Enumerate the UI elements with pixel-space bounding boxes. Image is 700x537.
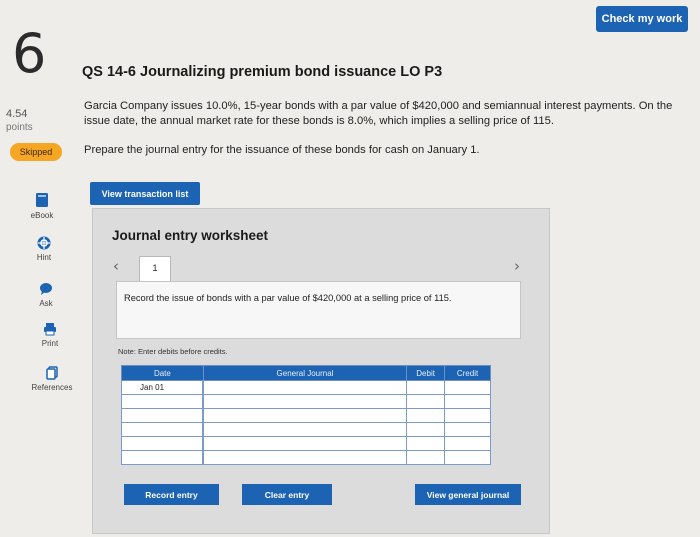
book-icon	[36, 193, 48, 207]
debit-credit-note: Note: Enter debits before credits.	[118, 347, 228, 356]
problem-statement: Garcia Company issues 10.0%, 15-year bon…	[84, 100, 673, 127]
view-general-journal-button[interactable]: View general journal	[415, 484, 521, 505]
problem-instruction: Prepare the journal entry for the issuan…	[84, 144, 480, 156]
record-instruction-text: Record the issue of bonds with a par val…	[124, 293, 452, 303]
account-cell[interactable]	[202, 422, 408, 437]
tool-ebook-label: eBook	[30, 211, 54, 220]
date-cell[interactable]	[121, 394, 204, 409]
date-cell[interactable]	[121, 408, 204, 423]
check-my-work-button[interactable]: Check my work	[596, 6, 688, 32]
record-instruction-box	[116, 281, 521, 339]
tool-print-label: Print	[41, 339, 59, 348]
credit-cell[interactable]	[444, 436, 491, 451]
table-row: Jan 01	[121, 380, 491, 395]
status-badge: Skipped	[10, 143, 62, 161]
debit-cell[interactable]	[406, 436, 446, 451]
credit-cell[interactable]	[444, 422, 491, 437]
view-transaction-list-button[interactable]: View transaction list	[90, 182, 200, 205]
printer-icon	[44, 323, 56, 336]
date-cell[interactable]	[121, 422, 204, 437]
worksheet-title: Journal entry worksheet	[112, 228, 269, 243]
tool-references-label: References	[31, 383, 73, 392]
question-number: 6	[12, 22, 46, 85]
column-header-debit: Debit	[406, 365, 446, 381]
debit-cell[interactable]	[406, 450, 446, 465]
debit-cell[interactable]	[406, 380, 446, 395]
date-cell[interactable]	[121, 450, 204, 465]
table-row	[121, 450, 491, 465]
debit-cell[interactable]	[406, 408, 446, 423]
tool-ebook[interactable]: eBook	[12, 192, 72, 220]
date-cell[interactable]	[121, 436, 204, 451]
points-value: 4.54	[6, 108, 28, 120]
question-title: QS 14-6 Journalizing premium bond issuan…	[82, 64, 443, 80]
debit-cell[interactable]	[406, 422, 446, 437]
tool-ask-label: Ask	[39, 299, 53, 308]
tool-hint-label: Hint	[36, 253, 52, 262]
credit-cell[interactable]	[444, 380, 491, 395]
journal-entry-table: Date General Journal Debit Credit Jan 01	[121, 365, 491, 465]
tool-hint[interactable]: Hint	[14, 236, 74, 262]
account-cell[interactable]	[202, 436, 408, 451]
tool-ask[interactable]: Ask	[16, 282, 76, 308]
account-cell[interactable]	[202, 394, 408, 409]
table-row	[121, 394, 491, 409]
account-cell[interactable]	[202, 380, 408, 395]
column-header-date: Date	[121, 365, 204, 381]
hint-icon	[37, 236, 51, 250]
credit-cell[interactable]	[444, 450, 491, 465]
record-entry-button[interactable]: Record entry	[124, 484, 219, 505]
table-row	[121, 436, 491, 451]
chevron-right-icon[interactable]: ›	[514, 257, 520, 275]
account-cell[interactable]	[202, 408, 408, 423]
tool-references[interactable]: References	[22, 366, 82, 392]
column-header-general-journal: General Journal	[202, 365, 408, 381]
table-row	[121, 422, 491, 437]
debit-cell[interactable]	[406, 394, 446, 409]
credit-cell[interactable]	[444, 408, 491, 423]
table-row	[121, 408, 491, 423]
copy-icon	[46, 366, 58, 380]
column-header-credit: Credit	[444, 365, 491, 381]
points-label: points	[6, 122, 33, 133]
chevron-left-icon[interactable]: ‹	[113, 257, 119, 275]
worksheet-tab-1[interactable]: 1	[139, 256, 171, 282]
tool-print[interactable]: Print	[20, 322, 80, 348]
credit-cell[interactable]	[444, 394, 491, 409]
date-cell[interactable]: Jan 01	[121, 380, 204, 395]
speech-bubble-icon	[40, 283, 52, 295]
clear-entry-button[interactable]: Clear entry	[242, 484, 332, 505]
account-cell[interactable]	[202, 450, 408, 465]
